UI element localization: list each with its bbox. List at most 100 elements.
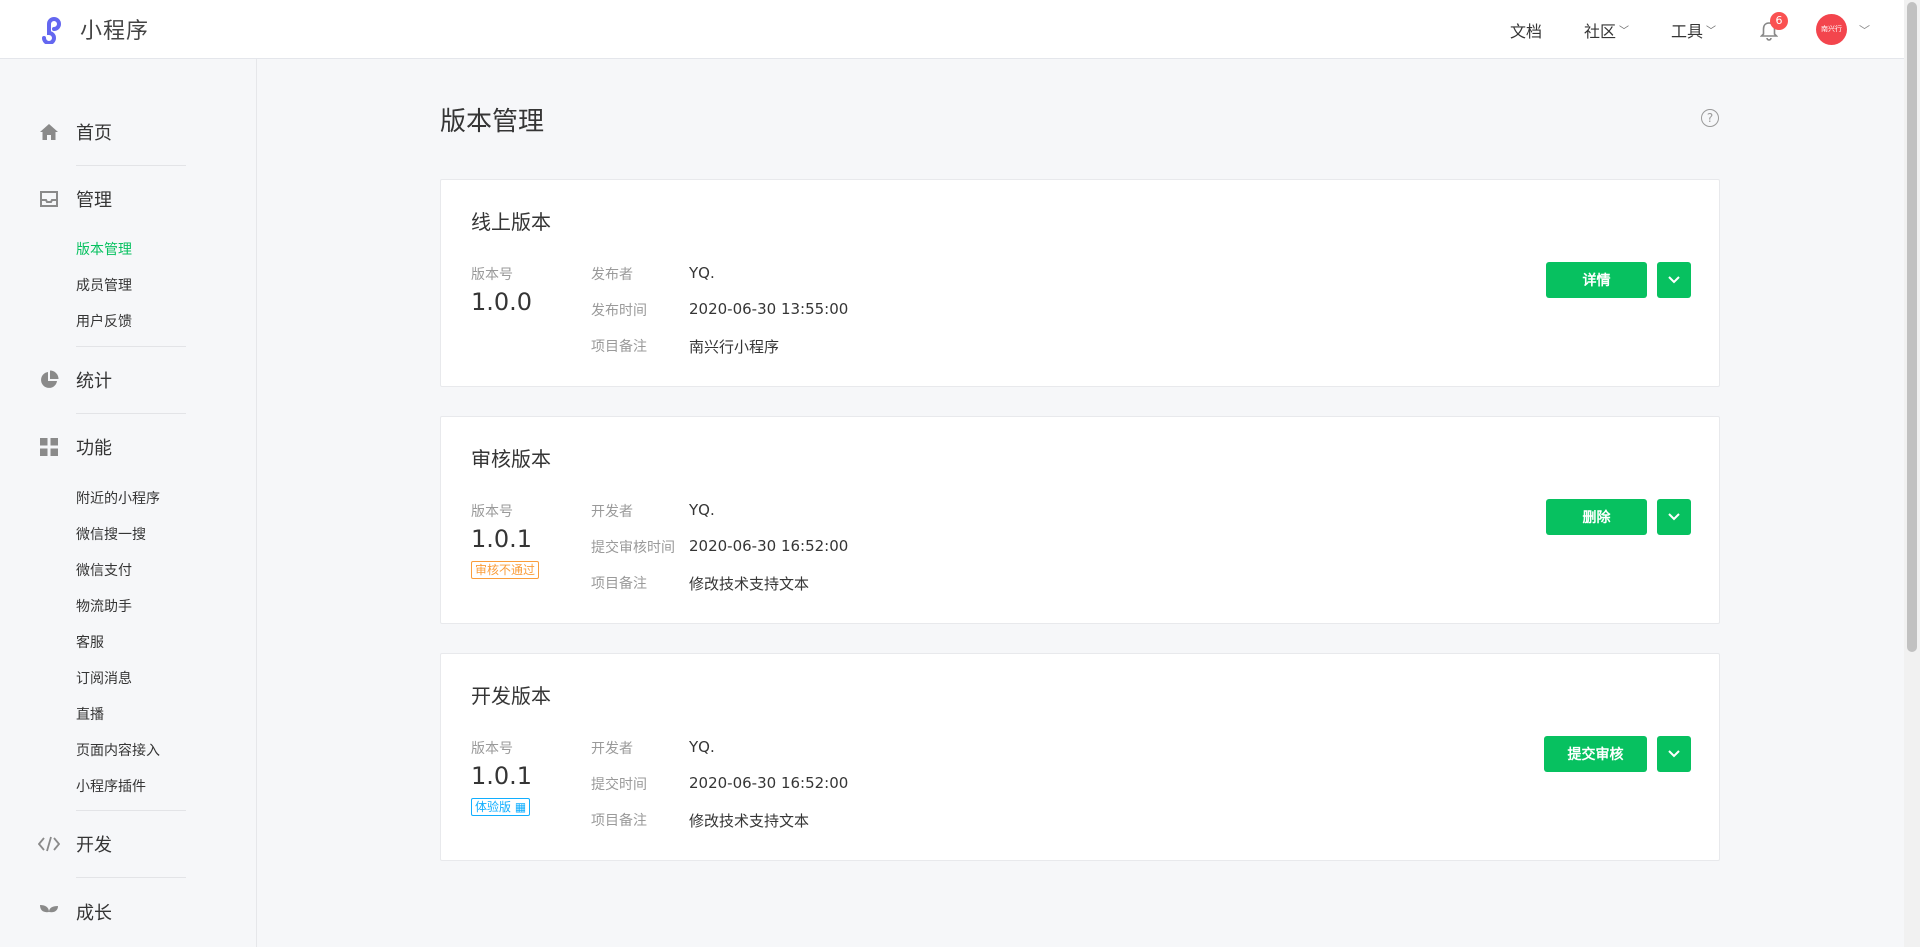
version-label: 版本号 — [471, 504, 513, 520]
divider — [76, 877, 186, 878]
sidebar-item-label: 统计 — [76, 371, 112, 392]
chevron-down-icon — [1668, 750, 1680, 758]
info-value: YQ. — [689, 738, 715, 756]
card-title: 开发版本 — [471, 684, 551, 708]
sidebar-item-label: 成长 — [76, 903, 112, 924]
info-row: 项目备注 南兴行小程序 — [591, 336, 779, 357]
scrollbar-thumb[interactable] — [1907, 2, 1917, 652]
nav-community[interactable]: 社区 ﹀ — [1584, 18, 1629, 42]
info-key: 提交审核时间 — [591, 540, 675, 556]
sidebar-item-label: 首页 — [76, 123, 112, 144]
avatar[interactable]: 南兴行 — [1816, 14, 1847, 45]
card-title: 审核版本 — [471, 447, 551, 471]
sidebar-item-features[interactable]: 功能 — [0, 432, 257, 462]
info-row: 项目备注 修改技术支持文本 — [591, 573, 809, 594]
chevron-down-icon — [1668, 276, 1680, 284]
divider — [76, 346, 186, 347]
info-value: 修改技术支持文本 — [689, 575, 810, 593]
divider — [76, 413, 186, 414]
sidebar-subitem-customer-service[interactable]: 客服 — [76, 632, 104, 652]
sidebar-item-label: 开发 — [76, 835, 112, 856]
grid-icon — [38, 436, 60, 458]
sidebar-subitem-pay[interactable]: 微信支付 — [76, 560, 132, 580]
sidebar-item-home[interactable]: 首页 — [0, 117, 257, 147]
delete-button[interactable]: 删除 — [1546, 499, 1647, 535]
nav-docs[interactable]: 文档 — [1510, 18, 1542, 42]
scrollbar[interactable] — [1904, 0, 1920, 947]
miniprogram-logo-icon — [42, 17, 61, 44]
version-number: 1.0.0 — [471, 288, 533, 316]
trial-version-label: 体验版 — [475, 800, 512, 814]
trial-version-badge[interactable]: 体验版 ▦ — [471, 798, 531, 816]
sidebar-subitem-live[interactable]: 直播 — [76, 704, 104, 724]
sidebar-subitem-nearby[interactable]: 附近的小程序 — [76, 488, 160, 508]
submit-review-button[interactable]: 提交审核 — [1544, 736, 1647, 772]
help-icon[interactable]: ? — [1701, 109, 1719, 127]
top-bar: 小程序 文档 社区 ﹀ 工具 ﹀ 6 南兴行 ﹀ — [0, 0, 1904, 59]
info-row: 发布时间 2020-06-30 13:55:00 — [591, 300, 848, 320]
chevron-down-icon[interactable]: ﹀ — [1859, 22, 1870, 38]
info-key: 开发者 — [591, 504, 633, 520]
info-row: 开发者 YQ. — [591, 738, 715, 758]
card-title: 线上版本 — [471, 210, 551, 234]
sidebar-subitem-logistics[interactable]: 物流助手 — [76, 596, 132, 616]
info-row: 提交审核时间 2020-06-30 16:52:00 — [591, 537, 848, 557]
info-value: YQ. — [689, 264, 715, 282]
top-nav: 文档 社区 ﹀ 工具 ﹀ 6 南兴行 ﹀ — [1510, 0, 1904, 59]
card-review-version: 审核版本 版本号 1.0.1 审核不通过 开发者 YQ. 提交审核时间 2020-0… — [440, 416, 1720, 624]
more-dropdown-button[interactable] — [1657, 262, 1691, 298]
sidebar-subitem-plugins[interactable]: 小程序插件 — [76, 776, 146, 796]
info-row: 项目备注 修改技术支持文本 — [591, 810, 809, 831]
sidebar-item-label: 功能 — [76, 438, 112, 459]
sidebar-item-stats[interactable]: 统计 — [0, 365, 257, 395]
divider — [76, 810, 186, 811]
version-number: 1.0.1 — [471, 762, 533, 790]
sidebar: 首页 管理 版本管理 成员管理 用户反馈 统计 功能 附近的小程序 微信搜一搜 … — [0, 59, 257, 947]
more-dropdown-button[interactable] — [1657, 736, 1691, 772]
details-button[interactable]: 详情 — [1546, 262, 1647, 298]
sidebar-item-label: 管理 — [76, 190, 112, 211]
more-dropdown-button[interactable] — [1657, 499, 1691, 535]
sidebar-subitem-member-manage[interactable]: 成员管理 — [76, 275, 132, 295]
chevron-down-icon: ﹀ — [1618, 26, 1629, 37]
info-value: YQ. — [689, 501, 715, 519]
qrcode-icon: ▦ — [514, 800, 527, 814]
info-key: 项目备注 — [591, 576, 647, 592]
sidebar-subitem-version-manage[interactable]: 版本管理 — [76, 239, 132, 259]
sidebar-item-growth[interactable]: 成长 — [0, 897, 257, 927]
nav-tools-label: 工具 — [1670, 21, 1703, 41]
notification-badge: 6 — [1770, 11, 1788, 30]
logo[interactable]: 小程序 — [38, 13, 149, 45]
chevron-down-icon: ﹀ — [1706, 26, 1716, 37]
version-label: 版本号 — [471, 267, 513, 283]
info-value: 2020-06-30 13:55:00 — [689, 300, 849, 318]
info-key: 项目备注 — [591, 339, 647, 355]
chevron-down-icon — [1668, 513, 1680, 521]
card-online-version: 线上版本 版本号 1.0.0 发布者 YQ. 发布时间 2020-06-30 13:… — [440, 179, 1720, 387]
page-title: 版本管理 — [440, 107, 545, 137]
info-key: 项目备注 — [591, 813, 647, 829]
sidebar-item-develop[interactable]: 开发 — [0, 829, 257, 859]
version-label: 版本号 — [471, 741, 513, 757]
nav-tools[interactable]: 工具 ﹀ — [1671, 18, 1716, 42]
nav-community-label: 社区 — [1583, 21, 1616, 41]
version-number: 1.0.1 — [471, 525, 533, 553]
notification-bell[interactable]: 6 — [1758, 11, 1788, 41]
sprout-icon — [38, 901, 60, 923]
home-icon — [38, 121, 60, 143]
info-value: 修改技术支持文本 — [689, 812, 810, 830]
sidebar-subitem-search[interactable]: 微信搜一搜 — [76, 524, 146, 544]
info-key: 提交时间 — [591, 777, 647, 793]
info-row: 发布者 YQ. — [591, 264, 715, 284]
info-value: 2020-06-30 16:52:00 — [689, 774, 849, 792]
info-row: 开发者 YQ. — [591, 501, 715, 521]
sidebar-subitem-user-feedback[interactable]: 用户反馈 — [76, 311, 132, 331]
divider — [76, 165, 186, 166]
sidebar-subitem-content-access[interactable]: 页面内容接入 — [76, 740, 160, 760]
nav-docs-label: 文档 — [1509, 21, 1542, 41]
app-name: 小程序 — [80, 19, 150, 44]
sidebar-subitem-subscription[interactable]: 订阅消息 — [76, 668, 132, 688]
sidebar-item-manage[interactable]: 管理 — [0, 184, 257, 214]
main-content: 版本管理 ? 线上版本 版本号 1.0.0 发布者 YQ. 发布时间 2020-06… — [257, 59, 1904, 947]
card-dev-version: 开发版本 版本号 1.0.1 体验版 ▦ 开发者 YQ. 提交时间 2020-06-… — [440, 653, 1720, 861]
